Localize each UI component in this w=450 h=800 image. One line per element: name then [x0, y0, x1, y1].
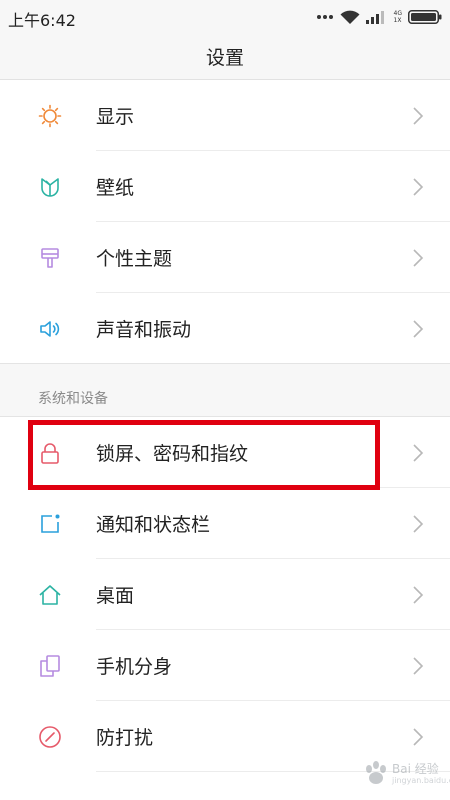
watermark-brand: Bai 经验: [392, 762, 439, 776]
chevron-right-icon: [411, 106, 425, 126]
settings-item-label: 显示: [96, 106, 135, 128]
settings-item-label: 个性主题: [96, 248, 173, 270]
title-bar: 设置: [0, 34, 450, 80]
settings-item-label: 壁纸: [96, 177, 135, 199]
settings-item-second-space[interactable]: 手机分身: [0, 630, 450, 701]
settings-item-label: 桌面: [96, 585, 135, 607]
home-icon: [38, 583, 62, 607]
settings-item-label: 通知和状态栏: [96, 514, 211, 536]
baidu-paw-logo-icon: [364, 760, 388, 790]
status-icons: 4G 1X: [316, 8, 442, 26]
chevron-right-icon: [411, 585, 425, 605]
chevron-right-icon: [411, 177, 425, 197]
chevron-right-icon: [411, 656, 425, 676]
signal-icon: [365, 10, 388, 24]
settings-item-theme[interactable]: 个性主题: [0, 222, 450, 293]
highlight-annotation-box: [28, 420, 380, 490]
chevron-right-icon: [411, 248, 425, 268]
notification-icon: [38, 512, 62, 536]
settings-group-personalization: 显示 壁纸 个性主题 声音和振动: [0, 80, 450, 364]
settings-item-display[interactable]: 显示: [0, 80, 450, 151]
settings-item-sound[interactable]: 声音和振动: [0, 293, 450, 364]
second-space-icon: [38, 654, 62, 678]
sun-icon: [38, 104, 62, 128]
watermark: Bai 经验 jingyan.baidu.com: [330, 754, 450, 796]
status-time: 上午6:42: [8, 11, 76, 30]
network-type: 4G 1X: [393, 10, 402, 24]
chevron-right-icon: [411, 443, 425, 463]
theme-brush-icon: [38, 246, 62, 270]
page-title: 设置: [205, 47, 244, 69]
chevron-right-icon: [411, 514, 425, 534]
section-header-system: 系统和设备: [38, 391, 108, 407]
wifi-icon: [340, 10, 360, 25]
settings-item-label: 防打扰: [96, 727, 154, 749]
wallpaper-tulip-icon: [38, 175, 62, 199]
more-dots-icon: [316, 14, 334, 20]
battery-icon: [408, 10, 442, 24]
settings-item-label: 声音和振动: [96, 319, 192, 341]
do-not-disturb-icon: [38, 725, 62, 749]
speaker-icon: [38, 317, 62, 341]
settings-item-wallpaper[interactable]: 壁纸: [0, 151, 450, 222]
settings-item-notifications[interactable]: 通知和状态栏: [0, 488, 450, 559]
watermark-url: jingyan.baidu.com: [392, 776, 450, 785]
status-bar: 上午6:42 4G 1X: [0, 0, 450, 34]
settings-item-label: 手机分身: [96, 656, 173, 678]
settings-item-home-screen[interactable]: 桌面: [0, 559, 450, 630]
chevron-right-icon: [411, 319, 425, 339]
chevron-right-icon: [411, 727, 425, 747]
